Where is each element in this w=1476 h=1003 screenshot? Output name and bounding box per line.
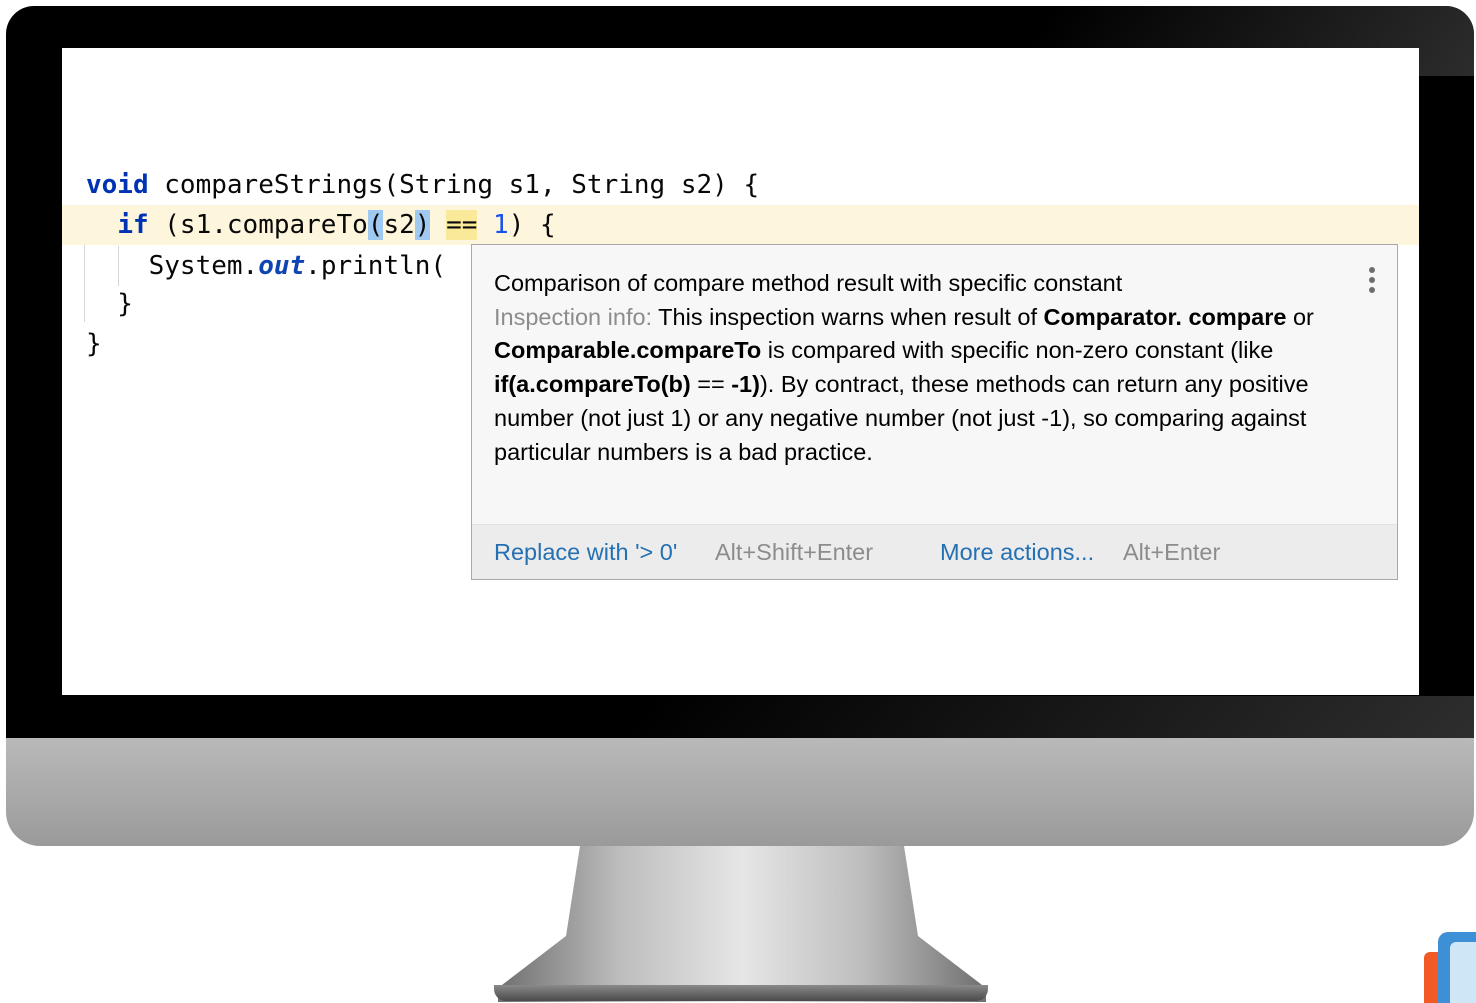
system-class: System.	[148, 251, 259, 281]
call-compareTo: (s1.compareTo	[148, 210, 368, 240]
code-line-2-highlighted: if (s1.compareTo(s2) == 1) {	[62, 205, 1419, 245]
println-call: .println(	[305, 251, 447, 281]
code-line-3: System.out.println(	[86, 246, 446, 286]
paren-open-highlight: (	[367, 210, 384, 240]
inspection-description: Comparison of compare method result with…	[494, 267, 1334, 469]
code-line-1: void compareStrings(String s1, String s2…	[86, 165, 759, 205]
info-text: This inspection warns when result of	[652, 303, 1044, 330]
more-actions-link[interactable]: More actions...	[940, 525, 1094, 579]
equality-operator-warning[interactable]: ==	[446, 210, 478, 240]
inspection-info: Inspection info: This inspection warns w…	[494, 301, 1334, 470]
more-actions-shortcut-hint: Alt+Enter	[1123, 539, 1221, 565]
if-close: ) {	[508, 210, 556, 240]
popup-actions-bar: Replace with '> 0' Alt+Shift+Enter More …	[472, 524, 1397, 579]
inspection-info-label: Inspection info:	[494, 303, 653, 330]
paren-close-highlight: )	[414, 210, 431, 240]
number-literal: 1	[493, 210, 509, 240]
info-bold: compare	[1188, 303, 1287, 330]
info-bold: if(a.compareTo(b)	[494, 371, 691, 398]
info-text: ==	[690, 371, 732, 398]
argument-s2: s2	[383, 210, 415, 240]
info-bold: Comparator.	[1043, 303, 1182, 330]
code-line-5: }	[86, 329, 102, 359]
keyword-void: void	[86, 170, 149, 200]
monitor-stand-base	[494, 985, 988, 1001]
inspection-popup: Comparison of compare method result with…	[471, 244, 1398, 580]
keyword-if: if	[117, 210, 149, 240]
info-text: is compared with specific non-zero const…	[761, 337, 1274, 364]
field-out: out	[258, 251, 306, 281]
monitor-stand	[498, 846, 986, 1002]
monitor-chin	[6, 738, 1474, 846]
more-vertical-icon[interactable]	[1367, 267, 1377, 299]
info-text: or	[1286, 303, 1314, 330]
code-line-4: }	[86, 289, 133, 319]
info-bold: Comparable.compareTo	[494, 337, 762, 364]
replace-shortcut-hint: Alt+Shift+Enter	[715, 539, 874, 565]
brand-logo-icon	[1420, 930, 1476, 1003]
replace-with-quickfix-link[interactable]: Replace with '> 0'	[494, 525, 677, 579]
info-bold: -1)	[731, 371, 760, 398]
ide-screen: void compareStrings(String s1, String s2…	[62, 48, 1419, 695]
inspection-title: Comparison of compare method result with…	[494, 270, 1123, 296]
monitor-mockup: void compareStrings(String s1, String s2…	[0, 0, 1476, 1003]
method-signature: compareStrings(String s1, String s2) {	[148, 170, 760, 200]
